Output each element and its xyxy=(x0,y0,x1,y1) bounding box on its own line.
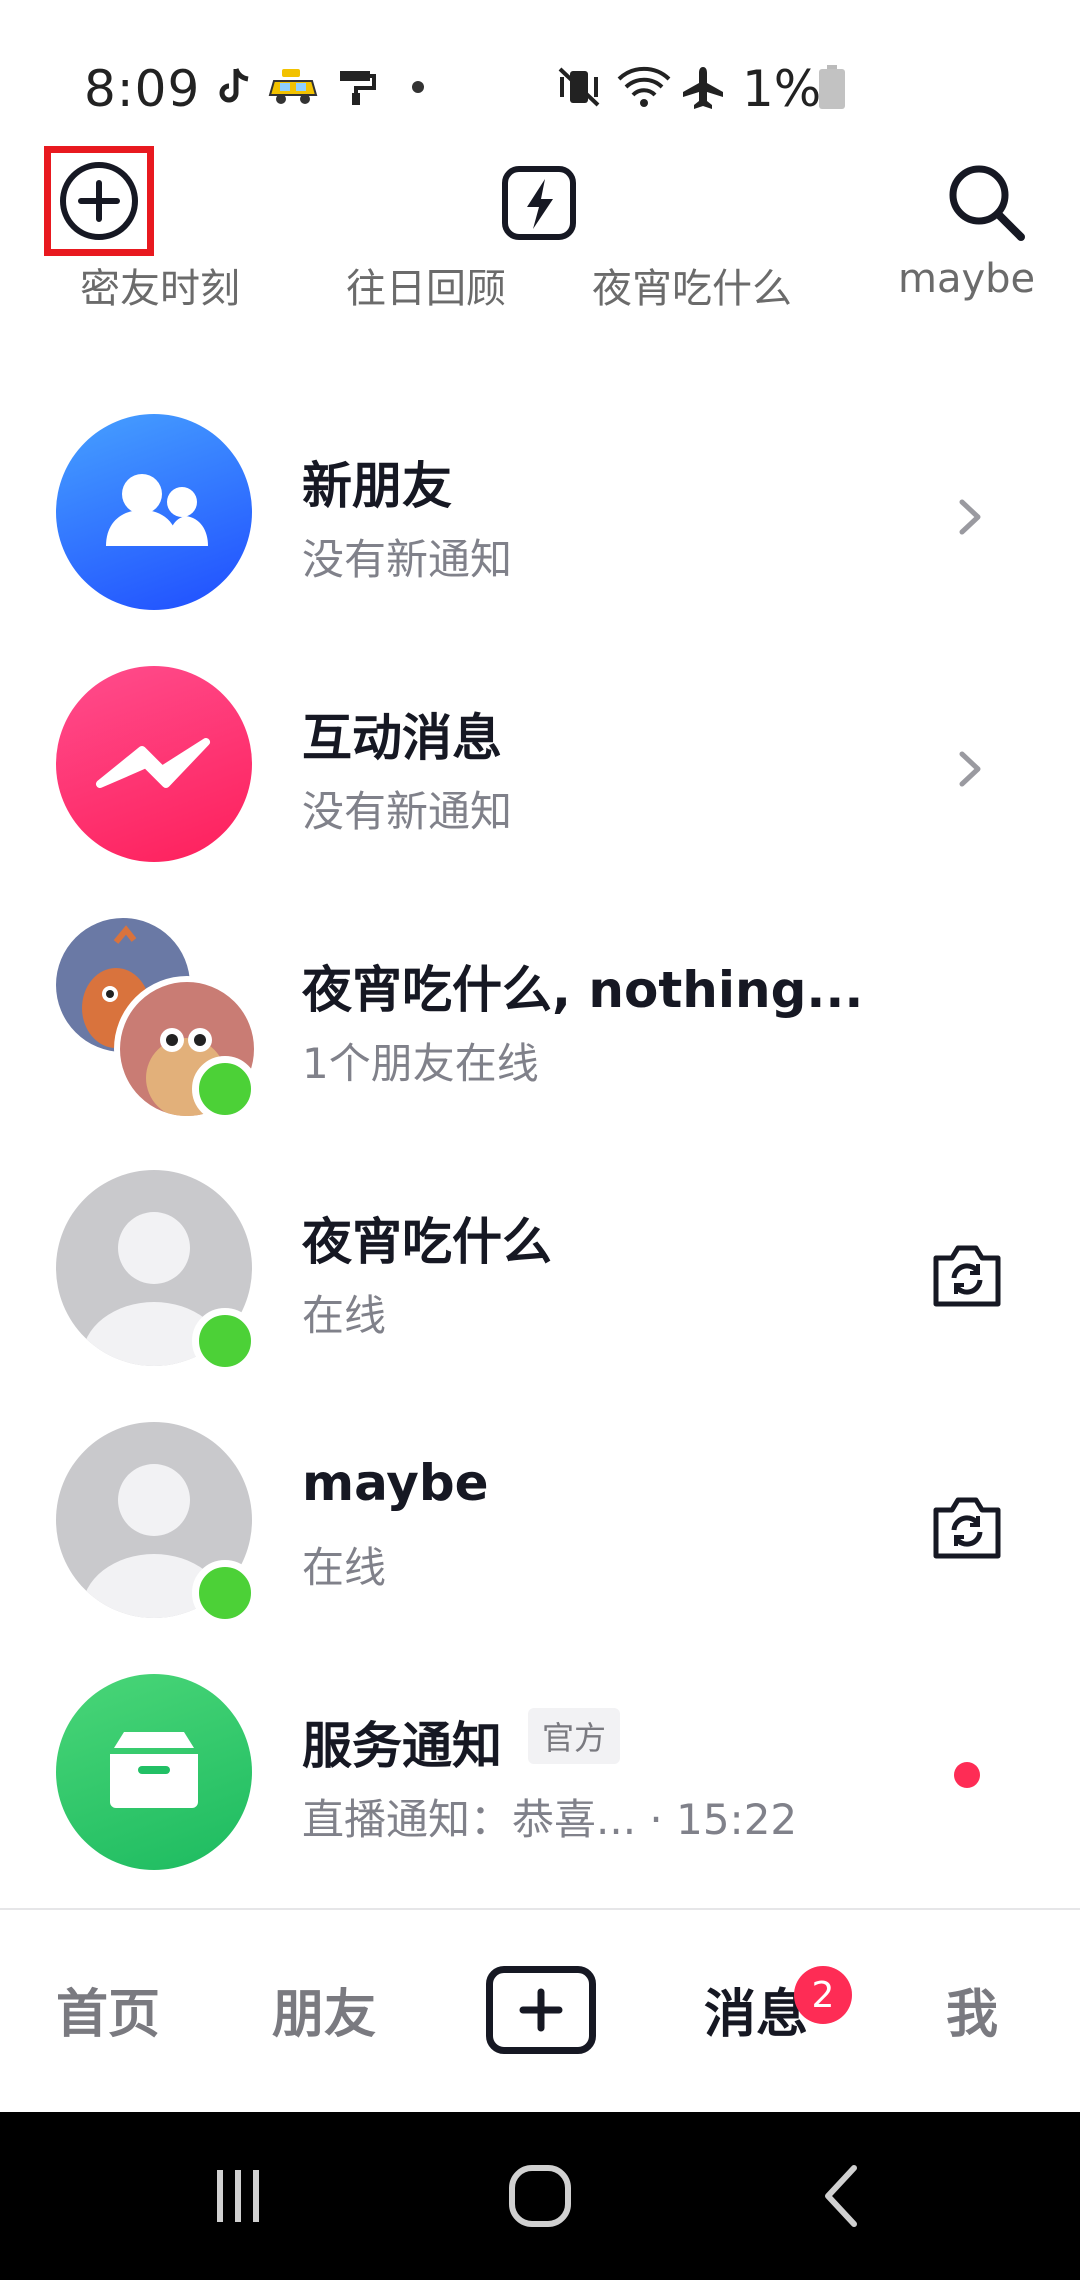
list-item-chat-maybe[interactable]: maybe 在线 xyxy=(0,1396,1080,1648)
vibrate-mute-icon xyxy=(554,62,604,112)
inbox-icon xyxy=(56,1674,252,1870)
item-title: 互动消息 xyxy=(302,709,502,767)
list-item-new-friends[interactable]: 新朋友 没有新通知 xyxy=(0,388,1080,640)
story-label[interactable]: 密友时刻 xyxy=(80,256,240,306)
tab-me[interactable]: 我 xyxy=(946,1972,998,2047)
item-subtitle: 直播通知：恭喜... · 15:22 xyxy=(302,1795,798,1844)
status-bar: 8:09 1% xyxy=(0,0,1080,140)
tab-bar: 首页 朋友 消息 2 我 xyxy=(0,1908,1080,2112)
friends-icon xyxy=(56,414,252,610)
messages-badge: 2 xyxy=(794,1966,852,2024)
list-item-group-chat[interactable]: 夜宵吃什么, nothing... 1个朋友在线 xyxy=(0,892,1080,1144)
plus-square-icon[interactable] xyxy=(486,1966,596,2054)
status-time: 8:09 xyxy=(84,60,201,118)
back-icon[interactable] xyxy=(800,2156,884,2236)
airplane-icon xyxy=(678,62,728,112)
online-indicator xyxy=(192,1056,258,1122)
item-title: 夜宵吃什么 xyxy=(302,1213,552,1271)
tiktok-icon xyxy=(212,62,256,112)
list-item-chat-yexiao[interactable]: 夜宵吃什么 在线 xyxy=(0,1144,1080,1396)
tab-home[interactable]: 首页 xyxy=(56,1972,160,2047)
unread-dot xyxy=(954,1762,980,1788)
story-strip[interactable]: 密友时刻 往日回顾 夜宵吃什么 maybe xyxy=(0,250,1080,306)
item-title: maybe xyxy=(302,1454,489,1512)
paint-roller-icon xyxy=(334,62,378,112)
flash-icon[interactable] xyxy=(494,158,584,248)
interaction-icon xyxy=(56,666,252,862)
item-subtitle: 在线 xyxy=(302,1291,387,1340)
camera-icon[interactable] xyxy=(928,1492,1006,1562)
system-nav-bar xyxy=(0,2112,1080,2280)
search-icon[interactable] xyxy=(940,156,1030,246)
chevron-right-icon xyxy=(952,744,988,798)
online-indicator xyxy=(192,1560,258,1626)
chevron-right-icon xyxy=(952,492,988,546)
tab-friends[interactable]: 朋友 xyxy=(272,1972,376,2047)
add-circle-icon[interactable] xyxy=(52,154,146,248)
item-subtitle: 没有新通知 xyxy=(302,787,513,836)
story-label[interactable]: 夜宵吃什么 xyxy=(592,256,792,306)
item-title: 夜宵吃什么, nothing... xyxy=(302,961,864,1019)
list-item-service-notice[interactable]: 服务通知 官方 直播通知：恭喜... · 15:22 xyxy=(0,1648,1080,1900)
official-tag: 官方 xyxy=(528,1708,621,1764)
recent-apps-icon[interactable] xyxy=(196,2156,280,2236)
online-indicator xyxy=(192,1308,258,1374)
tab-messages[interactable]: 消息 xyxy=(704,1972,808,2047)
dot-icon xyxy=(406,62,430,112)
battery-icon xyxy=(814,62,850,112)
home-icon[interactable] xyxy=(498,2156,582,2236)
story-label[interactable]: maybe xyxy=(898,256,1035,302)
taxi-icon xyxy=(266,62,320,112)
item-subtitle: 1个朋友在线 xyxy=(302,1039,539,1088)
wifi-icon xyxy=(614,62,674,112)
item-subtitle: 没有新通知 xyxy=(302,535,513,584)
battery-percent: 1% xyxy=(742,60,822,118)
list-item-interactions[interactable]: 互动消息 没有新通知 xyxy=(0,640,1080,892)
item-title: 新朋友 xyxy=(302,457,452,515)
item-subtitle: 在线 xyxy=(302,1543,387,1592)
camera-icon[interactable] xyxy=(928,1240,1006,1310)
item-title: 服务通知 xyxy=(302,1717,502,1775)
story-label[interactable]: 往日回顾 xyxy=(346,256,506,306)
